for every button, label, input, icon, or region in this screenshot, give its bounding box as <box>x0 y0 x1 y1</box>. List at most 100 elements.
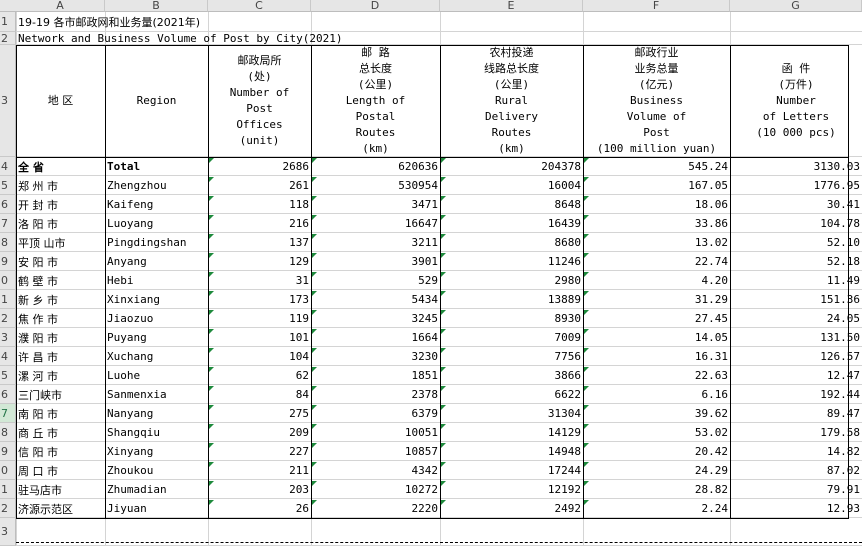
region-name-en[interactable]: Zhengzhou <box>105 176 208 195</box>
value-cell-f[interactable]: 20.42 <box>583 442 730 461</box>
region-name-cn[interactable]: 三门峡市 <box>16 385 105 404</box>
value-cell-d[interactable]: 5434 <box>311 290 440 309</box>
region-name-cn[interactable]: 开 封 市 <box>16 195 105 214</box>
row-header-19[interactable]: 9 <box>0 442 16 461</box>
value-cell-c[interactable]: 118 <box>208 195 311 214</box>
value-cell-f[interactable]: 53.02 <box>583 423 730 442</box>
value-cell-f[interactable]: 13.02 <box>583 233 730 252</box>
value-cell-f[interactable]: 6.16 <box>583 385 730 404</box>
value-cell-g[interactable]: 24.05 <box>730 309 862 328</box>
value-cell-e[interactable]: 16004 <box>440 176 583 195</box>
column-heading-d[interactable]: 邮 路 总长度 (公里) Length of Postal Routes (km… <box>311 45 440 157</box>
region-name-en[interactable]: Xuchang <box>105 347 208 366</box>
value-cell-f[interactable]: 28.82 <box>583 480 730 499</box>
value-cell-d[interactable]: 3211 <box>311 233 440 252</box>
value-cell-g[interactable]: 89.47 <box>730 404 862 423</box>
region-name-en[interactable]: Xinxiang <box>105 290 208 309</box>
value-cell-g[interactable]: 87.02 <box>730 461 862 480</box>
value-cell-f[interactable]: 4.20 <box>583 271 730 290</box>
region-name-cn[interactable]: 郑 州 市 <box>16 176 105 195</box>
value-cell-e[interactable]: 2980 <box>440 271 583 290</box>
row-header-16[interactable]: 6 <box>0 385 16 404</box>
value-cell-d[interactable]: 10272 <box>311 480 440 499</box>
value-cell-c[interactable]: 84 <box>208 385 311 404</box>
value-cell-e[interactable]: 14948 <box>440 442 583 461</box>
column-header-e[interactable]: E <box>440 0 583 12</box>
value-cell-e[interactable]: 12192 <box>440 480 583 499</box>
column-heading-c[interactable]: 邮政局所 (处) Number of Post Offices (unit) <box>208 45 311 157</box>
value-cell-d[interactable]: 16647 <box>311 214 440 233</box>
region-name-cn[interactable]: 周 口 市 <box>16 461 105 480</box>
value-cell-c[interactable]: 275 <box>208 404 311 423</box>
value-cell-d[interactable]: 3901 <box>311 252 440 271</box>
region-name-cn[interactable]: 许 昌 市 <box>16 347 105 366</box>
row-header-17[interactable]: 7 <box>0 404 16 423</box>
region-name-en[interactable]: Nanyang <box>105 404 208 423</box>
row-header-3[interactable]: 3 <box>0 45 16 157</box>
value-cell-e[interactable]: 8930 <box>440 309 583 328</box>
value-cell-g[interactable]: 1776.95 <box>730 176 862 195</box>
value-cell-e[interactable]: 17244 <box>440 461 583 480</box>
column-heading-f[interactable]: 邮政行业 业务总量 (亿元) Business Volume of Post (… <box>583 45 730 157</box>
value-cell-e[interactable]: 8680 <box>440 233 583 252</box>
value-cell-c[interactable]: 173 <box>208 290 311 309</box>
value-cell-d[interactable]: 2378 <box>311 385 440 404</box>
value-cell-f[interactable]: 39.62 <box>583 404 730 423</box>
column-heading-region-cn[interactable]: 地 区 <box>16 45 105 157</box>
column-header-f[interactable]: F <box>583 0 730 12</box>
row-header-13[interactable]: 3 <box>0 328 16 347</box>
value-cell-e[interactable]: 204378 <box>440 157 583 176</box>
region-name-en[interactable]: Jiaozuo <box>105 309 208 328</box>
region-name-cn[interactable]: 鹤 壁 市 <box>16 271 105 290</box>
value-cell-c[interactable]: 211 <box>208 461 311 480</box>
value-cell-g[interactable]: 14.82 <box>730 442 862 461</box>
value-cell-g[interactable]: 192.44 <box>730 385 862 404</box>
region-name-en[interactable]: Pingdingshan <box>105 233 208 252</box>
value-cell-g[interactable]: 131.50 <box>730 328 862 347</box>
value-cell-g[interactable]: 52.18 <box>730 252 862 271</box>
value-cell-c[interactable]: 2686 <box>208 157 311 176</box>
value-cell-g[interactable]: 3130.03 <box>730 157 862 176</box>
value-cell-g[interactable]: 52.10 <box>730 233 862 252</box>
value-cell-d[interactable]: 620636 <box>311 157 440 176</box>
column-header-d[interactable]: D <box>311 0 440 12</box>
region-name-en[interactable]: Zhoukou <box>105 461 208 480</box>
value-cell-e[interactable]: 31304 <box>440 404 583 423</box>
row-header-11[interactable]: 1 <box>0 290 16 309</box>
table-title-en[interactable]: Network and Business Volume of Post by C… <box>16 32 343 45</box>
value-cell-c[interactable]: 137 <box>208 233 311 252</box>
value-cell-e[interactable]: 2492 <box>440 499 583 518</box>
row-header-7[interactable]: 7 <box>0 214 16 233</box>
select-all-corner[interactable] <box>0 0 16 12</box>
value-cell-c[interactable]: 129 <box>208 252 311 271</box>
value-cell-g[interactable]: 12.93 <box>730 499 862 518</box>
value-cell-f[interactable]: 167.05 <box>583 176 730 195</box>
region-name-cn[interactable]: 漯 河 市 <box>16 366 105 385</box>
region-name-en[interactable]: Kaifeng <box>105 195 208 214</box>
region-name-en[interactable]: Luohe <box>105 366 208 385</box>
region-name-cn[interactable]: 洛 阳 市 <box>16 214 105 233</box>
value-cell-c[interactable]: 203 <box>208 480 311 499</box>
region-name-cn[interactable]: 平顶 山市 <box>16 233 105 252</box>
value-cell-f[interactable]: 24.29 <box>583 461 730 480</box>
row-header-8[interactable]: 8 <box>0 233 16 252</box>
region-name-cn[interactable]: 焦 作 市 <box>16 309 105 328</box>
table-title-cn[interactable]: 19-19 各市邮政网和业务量(2021年) <box>16 12 200 32</box>
value-cell-d[interactable]: 1851 <box>311 366 440 385</box>
value-cell-d[interactable]: 10051 <box>311 423 440 442</box>
region-name-en[interactable]: Puyang <box>105 328 208 347</box>
column-header-g[interactable]: G <box>730 0 862 12</box>
value-cell-g[interactable]: 179.58 <box>730 423 862 442</box>
region-name-cn[interactable]: 新 乡 市 <box>16 290 105 309</box>
region-name-en[interactable]: Zhumadian <box>105 480 208 499</box>
value-cell-e[interactable]: 16439 <box>440 214 583 233</box>
value-cell-f[interactable]: 31.29 <box>583 290 730 309</box>
value-cell-f[interactable]: 18.06 <box>583 195 730 214</box>
column-header-c[interactable]: C <box>208 0 311 12</box>
row-header-10[interactable]: 0 <box>0 271 16 290</box>
value-cell-c[interactable]: 101 <box>208 328 311 347</box>
value-cell-d[interactable]: 1664 <box>311 328 440 347</box>
row-header-12[interactable]: 2 <box>0 309 16 328</box>
value-cell-e[interactable]: 6622 <box>440 385 583 404</box>
value-cell-f[interactable]: 22.74 <box>583 252 730 271</box>
